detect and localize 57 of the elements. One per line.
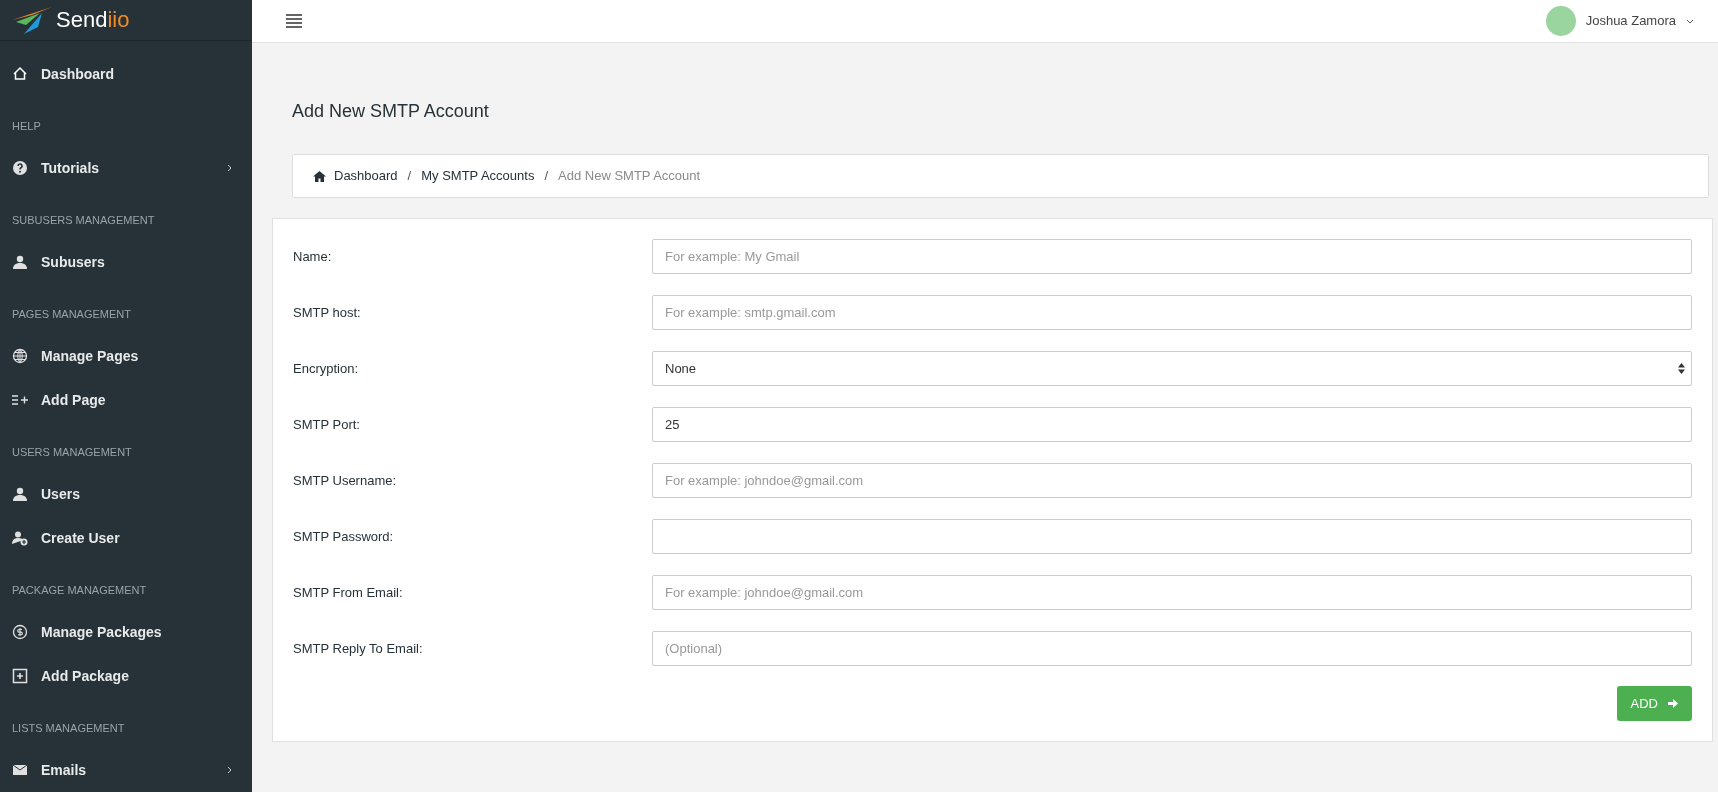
updown-arrows-icon — [1678, 363, 1685, 374]
field-label: SMTP From Email: — [293, 583, 404, 602]
section-heading: USERS MANAGEMENT — [12, 445, 132, 461]
chevron-right-icon — [227, 766, 232, 774]
input-field[interactable]: For example: smtp.gmail.com — [652, 295, 1692, 330]
sidebar-item[interactable]: Manage Packages — [0, 610, 252, 654]
input-field[interactable]: For example: johndoe@gmail.com — [652, 463, 1692, 498]
input-field[interactable]: For example: My Gmail — [652, 239, 1692, 274]
user-plus-icon — [12, 530, 28, 546]
breadcrumb-link[interactable]: Dashboard — [334, 166, 398, 186]
field-label: Encryption: — [293, 359, 360, 378]
section-heading: HELP — [12, 119, 41, 135]
dollar-circle-icon — [12, 624, 28, 640]
breadcrumb-separator: / — [543, 167, 550, 186]
users-icon — [12, 254, 28, 270]
sidebar-item[interactable]: Dashboard — [0, 52, 252, 96]
field-label: SMTP Username: — [293, 471, 398, 490]
user-name[interactable]: Joshua Zamora — [1585, 11, 1676, 31]
question-icon — [12, 160, 28, 176]
field-label: SMTP host: — [293, 303, 362, 322]
input-field[interactable]: For example: johndoe@gmail.com — [652, 575, 1692, 610]
sidebar-item[interactable]: Users — [0, 472, 252, 516]
menu-icon[interactable] — [286, 14, 302, 28]
home-icon — [12, 66, 28, 82]
globe-icon — [12, 348, 28, 364]
plus-square-icon — [12, 668, 28, 684]
envelope-icon — [12, 762, 28, 778]
section-heading: SUBUSERS MANAGEMENT — [12, 213, 155, 229]
field-label: SMTP Reply To Email: — [293, 639, 424, 658]
breadcrumb-separator: / — [406, 167, 413, 186]
home-icon[interactable] — [313, 170, 326, 182]
password-field[interactable] — [652, 519, 1692, 554]
select-field[interactable]: None — [652, 351, 1692, 386]
section-heading: PACKAGE MANAGEMENT — [12, 583, 147, 599]
page-title: Add New SMTP Account — [292, 100, 490, 123]
sidebar-item[interactable]: Subusers — [0, 240, 252, 284]
field-label: Name: — [293, 247, 333, 266]
breadcrumb-current: Add New SMTP Account — [558, 167, 701, 186]
input-field[interactable]: (Optional) — [652, 631, 1692, 666]
sidebar-item[interactable]: Emails — [0, 748, 252, 792]
logo-text: Sendiio — [56, 9, 130, 31]
chevron-right-icon — [227, 164, 232, 172]
sidebar-item[interactable]: Tutorials — [0, 146, 252, 190]
sidebar-item[interactable]: Add Package — [0, 654, 252, 698]
section-heading: PAGES MANAGEMENT — [12, 307, 131, 323]
sidebar-item[interactable]: Add Page — [0, 378, 252, 422]
breadcrumb-link[interactable]: My SMTP Accounts — [421, 166, 535, 186]
chevron-down-icon[interactable] — [1686, 18, 1694, 24]
field-label: SMTP Port: — [293, 415, 361, 434]
sidebar-item[interactable]: Manage Pages — [0, 334, 252, 378]
sidebar-item[interactable]: Create User — [0, 516, 252, 560]
arrow-right-icon — [1668, 699, 1678, 708]
input-field[interactable]: 25 — [652, 407, 1692, 442]
section-heading: LISTS MANAGEMENT — [12, 721, 125, 737]
field-label: SMTP Password: — [293, 527, 395, 546]
users-icon — [12, 486, 28, 502]
list-plus-icon — [12, 392, 28, 408]
